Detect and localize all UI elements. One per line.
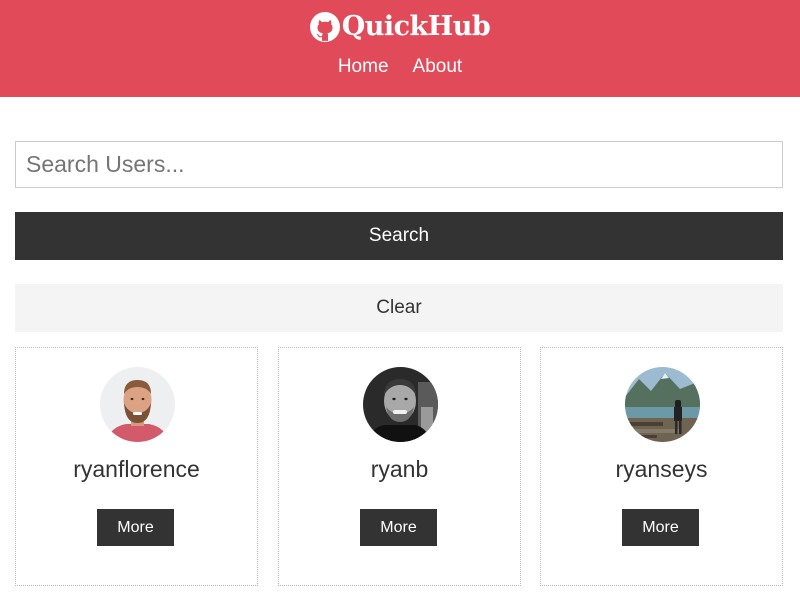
- user-card: ryanb More: [278, 347, 521, 586]
- avatar-image: [100, 367, 175, 442]
- username: ryanb: [370, 456, 429, 482]
- search-form: Search: [15, 141, 783, 260]
- brand-name: QuickHub: [341, 11, 491, 42]
- avatar[interactable]: [363, 367, 438, 442]
- user-card: ryanflorence More: [15, 347, 258, 586]
- avatar-image: [363, 367, 438, 442]
- nav-link-about[interactable]: About: [413, 56, 463, 78]
- avatar-image: [625, 367, 700, 442]
- user-card: ryanseys More: [540, 347, 783, 586]
- search-button[interactable]: Search: [15, 212, 783, 260]
- username: ryanseys: [615, 456, 708, 482]
- nav-links: Home About: [0, 56, 800, 78]
- more-button[interactable]: More: [622, 509, 699, 546]
- username: ryanflorence: [73, 456, 200, 482]
- more-button[interactable]: More: [360, 509, 437, 546]
- navbar: QuickHub Home About: [0, 0, 800, 97]
- brand: QuickHub: [0, 8, 800, 46]
- user-grid: ryanflorence More ryanb More ryanseys Mo…: [15, 347, 783, 586]
- clear-button[interactable]: Clear: [15, 284, 783, 332]
- avatar[interactable]: [100, 367, 175, 442]
- avatar[interactable]: [625, 367, 700, 442]
- more-button[interactable]: More: [97, 509, 174, 546]
- github-icon: [309, 12, 340, 42]
- search-input[interactable]: [15, 141, 783, 188]
- nav-link-home[interactable]: Home: [338, 56, 389, 78]
